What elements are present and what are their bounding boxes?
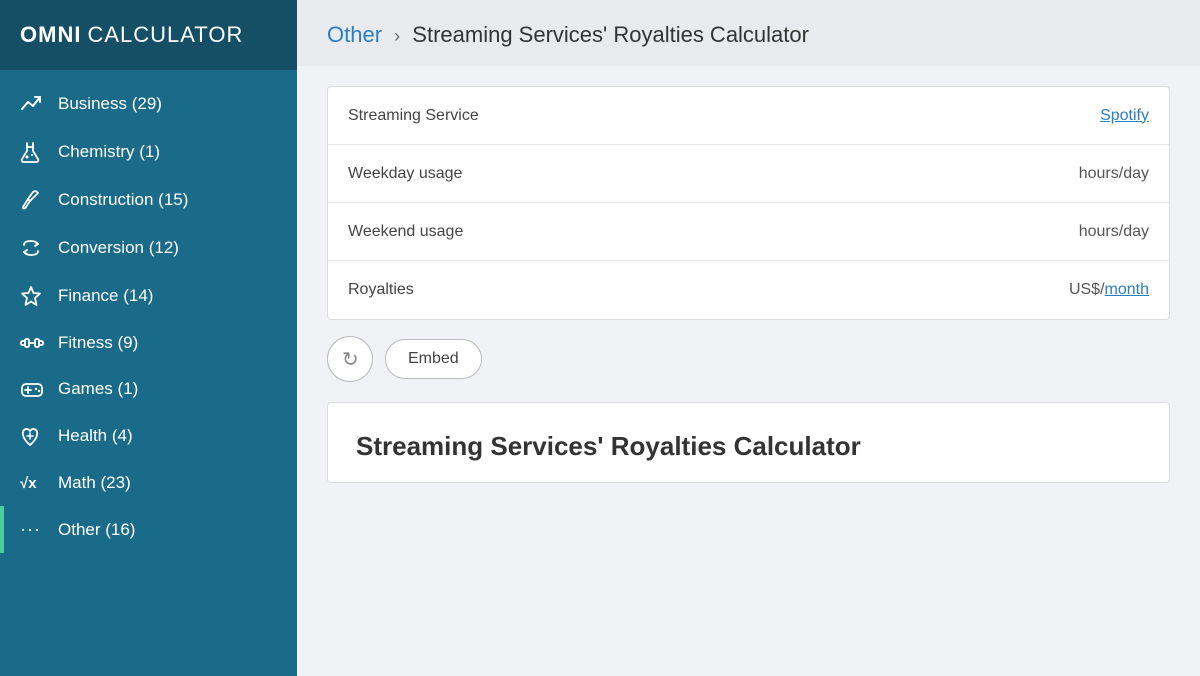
weekday-value: hours/day — [1079, 165, 1149, 183]
chemistry-icon — [20, 141, 50, 163]
content-area: Streaming Service Spotify Weekday usage … — [297, 66, 1200, 676]
weekend-label: Weekend usage — [348, 223, 1079, 241]
sidebar-item-business-label: Business (29) — [58, 94, 162, 114]
sidebar-item-construction-label: Construction (15) — [58, 190, 188, 210]
construction-icon — [20, 189, 50, 211]
sidebar-item-chemistry[interactable]: Chemistry (1) — [0, 128, 297, 176]
royalties-value: US$/month — [1069, 281, 1149, 299]
sidebar-item-finance-label: Finance (14) — [58, 286, 153, 306]
sidebar: OMNI CALCULATOR Business (29) C — [0, 0, 297, 676]
calc-row-weekday: Weekday usage hours/day — [328, 145, 1169, 203]
sidebar-item-fitness[interactable]: Fitness (9) — [0, 320, 297, 366]
action-buttons: ↺ Embed — [327, 336, 1170, 382]
sidebar-item-health[interactable]: Health (4) — [0, 412, 297, 460]
logo-calculator: CALCULATOR — [87, 22, 243, 48]
spotify-link[interactable]: Spotify — [1100, 107, 1149, 124]
sidebar-item-health-label: Health (4) — [58, 426, 133, 446]
logo-omni: OMNI — [20, 22, 81, 48]
calc-row-royalties: Royalties US$/month — [328, 261, 1169, 319]
calc-row-streaming-service: Streaming Service Spotify — [328, 87, 1169, 145]
sidebar-item-math[interactable]: √x Math (23) — [0, 460, 297, 506]
finance-icon — [20, 285, 50, 307]
calculator-card: Streaming Service Spotify Weekday usage … — [327, 86, 1170, 320]
sidebar-item-games-label: Games (1) — [58, 379, 138, 399]
reset-button[interactable]: ↺ — [327, 336, 373, 382]
calc-row-weekend: Weekend usage hours/day — [328, 203, 1169, 261]
weekend-value: hours/day — [1079, 223, 1149, 241]
sidebar-item-construction[interactable]: Construction (15) — [0, 176, 297, 224]
sidebar-header: OMNI CALCULATOR — [0, 0, 297, 70]
breadcrumb: Other › Streaming Services' Royalties Ca… — [297, 0, 1200, 66]
sidebar-item-fitness-label: Fitness (9) — [58, 333, 138, 353]
sidebar-item-other[interactable]: ··· Other (16) — [0, 506, 297, 553]
royalties-label: Royalties — [348, 281, 1069, 299]
fitness-icon — [20, 335, 50, 351]
sidebar-item-conversion[interactable]: Conversion (12) — [0, 224, 297, 272]
streaming-service-value: Spotify — [1100, 107, 1149, 125]
games-icon — [20, 380, 50, 398]
breadcrumb-current: Streaming Services' Royalties Calculator — [412, 22, 809, 47]
health-icon — [20, 425, 50, 447]
business-icon — [20, 93, 50, 115]
sidebar-item-other-label: Other (16) — [58, 520, 135, 540]
sidebar-item-business[interactable]: Business (29) — [0, 80, 297, 128]
royalties-month-link[interactable]: month — [1105, 281, 1149, 298]
sidebar-item-chemistry-label: Chemistry (1) — [58, 142, 160, 162]
sidebar-item-games[interactable]: Games (1) — [0, 366, 297, 412]
weekday-label: Weekday usage — [348, 165, 1079, 183]
sidebar-item-finance[interactable]: Finance (14) — [0, 272, 297, 320]
sidebar-item-math-label: Math (23) — [58, 473, 131, 493]
breadcrumb-other[interactable]: Other — [327, 22, 382, 47]
reset-icon: ↺ — [342, 347, 359, 372]
breadcrumb-separator: › — [394, 26, 400, 46]
article-title: Streaming Services' Royalties Calculator — [356, 431, 1141, 462]
embed-button[interactable]: Embed — [385, 339, 482, 379]
main-content: Other › Streaming Services' Royalties Ca… — [297, 0, 1200, 676]
streaming-service-label: Streaming Service — [348, 107, 1100, 125]
article-section: Streaming Services' Royalties Calculator — [327, 402, 1170, 483]
sidebar-nav: Business (29) Chemistry (1) Construc — [0, 70, 297, 676]
math-icon: √x — [20, 475, 50, 492]
conversion-icon — [20, 237, 50, 259]
other-icon: ··· — [20, 519, 50, 540]
sidebar-item-conversion-label: Conversion (12) — [58, 238, 179, 258]
